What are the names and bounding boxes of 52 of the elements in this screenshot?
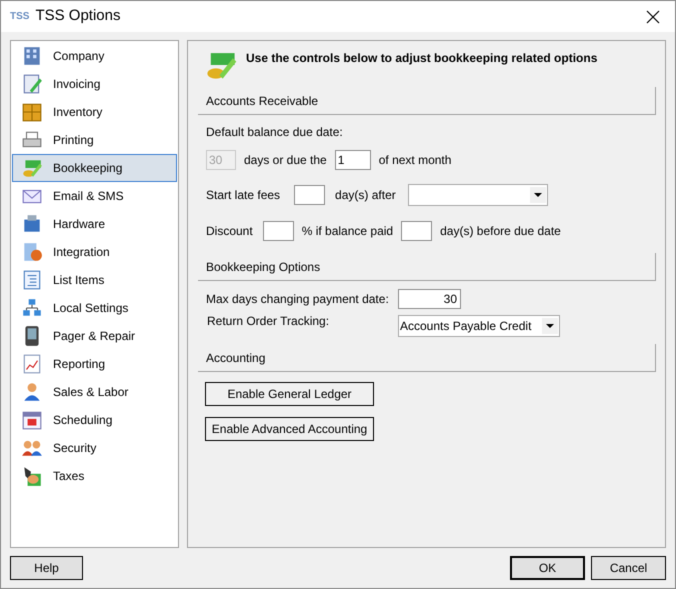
sidebar-item[interactable]: Invoicing [12,70,177,98]
dropdown[interactable]: Accounts Payable Credit [398,315,560,337]
sidebar-item[interactable]: Hardware [12,210,177,238]
category-icon [21,409,43,431]
category-icon [21,101,43,123]
close-icon[interactable] [646,10,660,24]
field-label: of next month [378,152,452,169]
field-label: Default balance due date: [206,124,344,141]
sidebar-item[interactable]: Taxes [12,462,177,490]
field-label: day(s) after [335,187,396,204]
category-icon [21,269,43,291]
section-header: Accounts Receivable [198,87,656,115]
sidebar-item[interactable]: Integration [12,238,177,266]
sidebar-item[interactable]: Security [12,434,177,462]
dropdown[interactable] [408,184,548,206]
field-label: % if balance paid [302,223,394,240]
before-days-field[interactable] [401,221,432,241]
category-icon [21,353,43,375]
field-label: day(s) before due date [440,223,561,240]
field-label: Return Order Tracking: [206,313,330,330]
category-icon [21,73,43,95]
sidebar-item[interactable]: Scheduling [12,406,177,434]
window-title: TSS Options [35,6,120,26]
sidebar-item[interactable]: Pager & Repair [12,322,177,350]
section-header: Accounting [198,344,656,372]
discount-field[interactable] [262,221,294,241]
sidebar-item[interactable]: Email & SMS [12,182,177,210]
sidebar-item[interactable]: Sales & Labor [12,378,177,406]
sidebar-item[interactable]: Bookkeeping [12,154,177,182]
sidebar-item[interactable]: List Items [12,266,177,294]
max-days-field[interactable]: 30 [398,289,461,309]
logo: TSS [10,10,30,24]
day-field[interactable]: 1 [334,150,371,170]
sidebar-item[interactable]: Printing [12,126,177,154]
accounting-button[interactable]: Enable General Ledger [205,382,374,406]
cancel-button[interactable]: Cancel [591,556,666,580]
ok-button[interactable]: OK [510,556,585,580]
sidebar-item[interactable]: Company [12,42,177,70]
field-label: days or due the [244,152,327,169]
section-header: Bookkeeping Options [198,253,656,281]
sidebar-item[interactable]: Local Settings [12,294,177,322]
header-text: Use the controls below to adjust bookkeeping related options [246,50,598,67]
help-button[interactable]: Help [10,556,83,580]
field-label: Max days changing payment date: [206,291,390,308]
sidebar-item[interactable]: Reporting [12,350,177,378]
accounting-button[interactable]: Enable Advanced Accounting [205,417,374,441]
caret-icon [542,318,558,334]
sidebar-item[interactable]: Inventory [12,98,177,126]
field-label: Start late fees [206,187,280,204]
caret-icon [530,187,546,203]
field-label: Discount [206,223,253,240]
late-days-field[interactable] [294,185,326,205]
